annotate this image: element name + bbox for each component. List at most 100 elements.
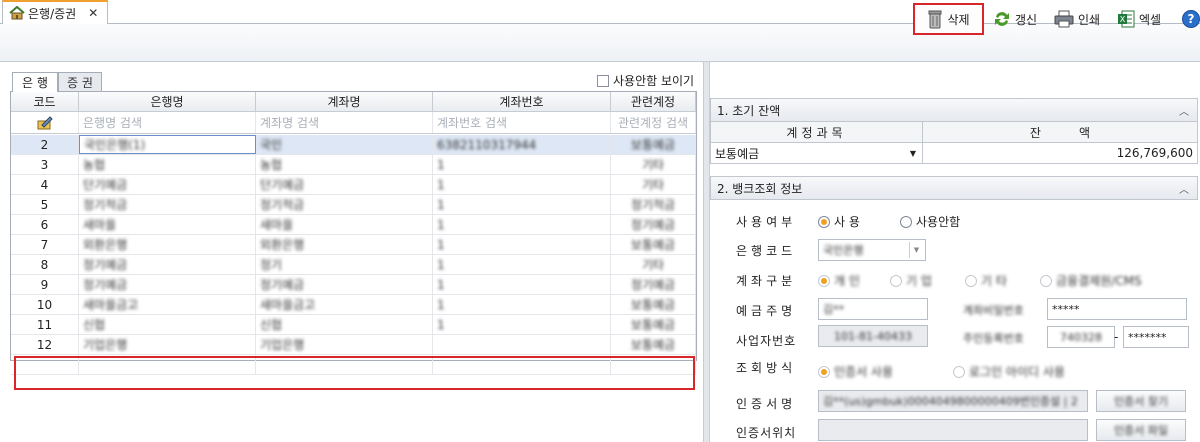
table-row[interactable]: 7 외환은행 외환은행 1 보통예금 xyxy=(11,235,696,255)
use-off-radio[interactable]: 사용안함 xyxy=(900,213,960,230)
cell-code[interactable]: 4 xyxy=(11,175,79,194)
cell-account[interactable]: 단기예금 xyxy=(256,175,433,194)
document-tab[interactable]: 은행/증권 ✕ xyxy=(2,0,108,24)
cell-number[interactable]: 1 xyxy=(433,315,611,334)
cell-code[interactable]: 12 xyxy=(11,335,79,354)
cell-number[interactable]: 1 xyxy=(433,275,611,294)
table-row[interactable]: 12 기업은행 기업은행 보통예금 xyxy=(11,335,696,355)
cert-name-input[interactable]: 김**(us)gmbuk)0004049800000409번인증설 | 2 xyxy=(818,390,1088,412)
tab-bank[interactable]: 은 행 xyxy=(12,72,58,92)
delete-button[interactable]: 삭제 xyxy=(913,3,984,35)
table-row[interactable]: 5 정기적금 정기적금 1 정기적금 xyxy=(11,195,696,215)
section-bank-query-header[interactable]: 2. 뱅크조회 정보 ︿ xyxy=(710,176,1198,200)
table-row[interactable]: 9 정기예금 정기예금 1 정기예금 xyxy=(11,275,696,295)
rrn-input-1[interactable]: 740328 xyxy=(1047,326,1115,348)
search-bank-input[interactable]: 은행명 검색 xyxy=(79,112,256,133)
query-id-radio[interactable]: 로그인 아이디 사용 xyxy=(953,363,1065,380)
cell-account[interactable]: 농협 xyxy=(256,155,433,174)
table-row[interactable]: 4 단기예금 단기예금 1 기타 xyxy=(11,175,696,195)
cell-number[interactable]: 1 xyxy=(433,295,611,314)
cell-code[interactable]: 6 xyxy=(11,215,79,234)
cell-account[interactable]: 외환은행 xyxy=(256,235,433,254)
cell-number[interactable]: 6382110317944 xyxy=(433,135,611,154)
acct-type-corporate-radio[interactable]: 기 업 xyxy=(890,272,932,289)
balance-amount-input[interactable]: 126,769,600 xyxy=(923,143,1197,163)
query-cert-radio[interactable]: 인증서 사용 xyxy=(818,363,893,380)
cell-account[interactable]: 국민 xyxy=(256,135,433,154)
search-edit-icon[interactable] xyxy=(37,115,53,131)
table-row[interactable]: 2 국민은행(1) 국민 6382110317944 보통예금 xyxy=(11,135,696,155)
cell-code[interactable]: 8 xyxy=(11,255,79,274)
table-row[interactable]: 11 신협 신협 1 보통예금 xyxy=(11,315,696,335)
table-row[interactable]: 6 새마을 새마을 1 정기예금 xyxy=(11,215,696,235)
table-row[interactable]: 3 농협 농협 1 기타 xyxy=(11,155,696,175)
cell-code[interactable]: 7 xyxy=(11,235,79,254)
cell-number[interactable]: 1 xyxy=(433,155,611,174)
cell-code[interactable]: 11 xyxy=(11,315,79,334)
balance-account-select[interactable]: 보통예금 ▼ xyxy=(711,143,923,163)
acct-pw-input[interactable]: ***** xyxy=(1047,298,1187,320)
cell-bank[interactable]: 신협 xyxy=(79,315,256,334)
new-row-highlight[interactable] xyxy=(14,356,695,390)
acct-type-other-radio[interactable]: 기 타 xyxy=(965,272,1007,289)
holder-input[interactable]: 김** xyxy=(818,298,928,320)
cell-account[interactable]: 정기 xyxy=(256,255,433,274)
search-number-input[interactable]: 계좌번호 검색 xyxy=(433,112,611,133)
cert-loc-input[interactable] xyxy=(818,419,1088,441)
cell-code[interactable]: 3 xyxy=(11,155,79,174)
collapse-icon[interactable]: ︿ xyxy=(1179,103,1189,118)
use-on-radio[interactable]: 사 용 xyxy=(818,213,860,230)
cell-related[interactable]: 보통예금 xyxy=(611,235,696,254)
cell-account[interactable]: 신협 xyxy=(256,315,433,334)
close-tab-icon[interactable]: ✕ xyxy=(88,6,98,20)
cell-bank[interactable]: 정기예금 xyxy=(79,275,256,294)
dropdown-arrow-icon[interactable]: ▼ xyxy=(910,149,916,158)
table-row[interactable]: 8 정기예금 정기 1 기타 xyxy=(11,255,696,275)
table-row[interactable]: 10 새마을금고 새마을금고 1 보통예금 xyxy=(11,295,696,315)
show-unused-toggle[interactable]: 사용안함 보이기 xyxy=(597,72,694,89)
tab-securities[interactable]: 증 권 xyxy=(58,72,102,91)
cell-related[interactable]: 보통예금 xyxy=(611,295,696,314)
cell-number[interactable] xyxy=(433,335,611,354)
cell-number[interactable]: 1 xyxy=(433,215,611,234)
dropdown-arrow-icon[interactable]: ▼ xyxy=(909,242,923,258)
acct-type-personal-radio[interactable]: 개 인 xyxy=(818,272,860,289)
cell-number[interactable]: 1 xyxy=(433,175,611,194)
section-initial-balance-header[interactable]: 1. 초기 잔액 ︿ xyxy=(710,98,1198,122)
cell-number[interactable]: 1 xyxy=(433,255,611,274)
show-unused-checkbox[interactable] xyxy=(597,74,609,87)
cert-find-button[interactable]: 인증서 찾기 xyxy=(1096,390,1186,412)
cell-related[interactable]: 기타 xyxy=(611,155,696,174)
cell-bank[interactable]: 새마을금고 xyxy=(79,295,256,314)
cell-related[interactable]: 보통예금 xyxy=(611,335,696,354)
cell-bank[interactable]: 새마을 xyxy=(79,215,256,234)
cell-code[interactable]: 10 xyxy=(11,295,79,314)
cell-related[interactable]: 기타 xyxy=(611,255,696,274)
col-header-account[interactable]: 계좌명 xyxy=(256,92,433,111)
cell-bank[interactable]: 기업은행 xyxy=(79,335,256,354)
cell-bank[interactable]: 외환은행 xyxy=(79,235,256,254)
acct-type-cms-radio[interactable]: 금융결제원/CMS xyxy=(1040,272,1142,289)
cell-related[interactable]: 보통예금 xyxy=(611,135,696,154)
cell-account[interactable]: 기업은행 xyxy=(256,335,433,354)
rrn-input-2[interactable]: ******* xyxy=(1123,326,1189,348)
refresh-button[interactable]: 갱신 xyxy=(993,5,1037,33)
print-button[interactable]: 인쇄 xyxy=(1054,5,1100,33)
cell-code[interactable]: 5 xyxy=(11,195,79,214)
cell-related[interactable]: 정기적금 xyxy=(611,195,696,214)
search-related-input[interactable]: 관련계정 검색 xyxy=(611,112,696,133)
excel-button[interactable]: X 엑셀 xyxy=(1117,5,1161,33)
cell-number[interactable]: 1 xyxy=(433,235,611,254)
cell-account[interactable]: 정기예금 xyxy=(256,275,433,294)
col-header-number[interactable]: 계좌번호 xyxy=(433,92,611,111)
collapse-icon[interactable]: ︿ xyxy=(1179,181,1189,196)
search-account-input[interactable]: 계좌명 검색 xyxy=(256,112,433,133)
cell-bank[interactable]: 정기예금 xyxy=(79,255,256,274)
cell-account[interactable]: 새마을금고 xyxy=(256,295,433,314)
col-header-code[interactable]: 코드 xyxy=(11,92,79,111)
cell-bank[interactable]: 정기적금 xyxy=(79,195,256,214)
cell-code[interactable]: 9 xyxy=(11,275,79,294)
cell-code[interactable]: 2 xyxy=(11,135,79,154)
cell-number[interactable]: 1 xyxy=(433,195,611,214)
bank-code-select[interactable]: 국민은행 ▼ xyxy=(818,239,926,261)
